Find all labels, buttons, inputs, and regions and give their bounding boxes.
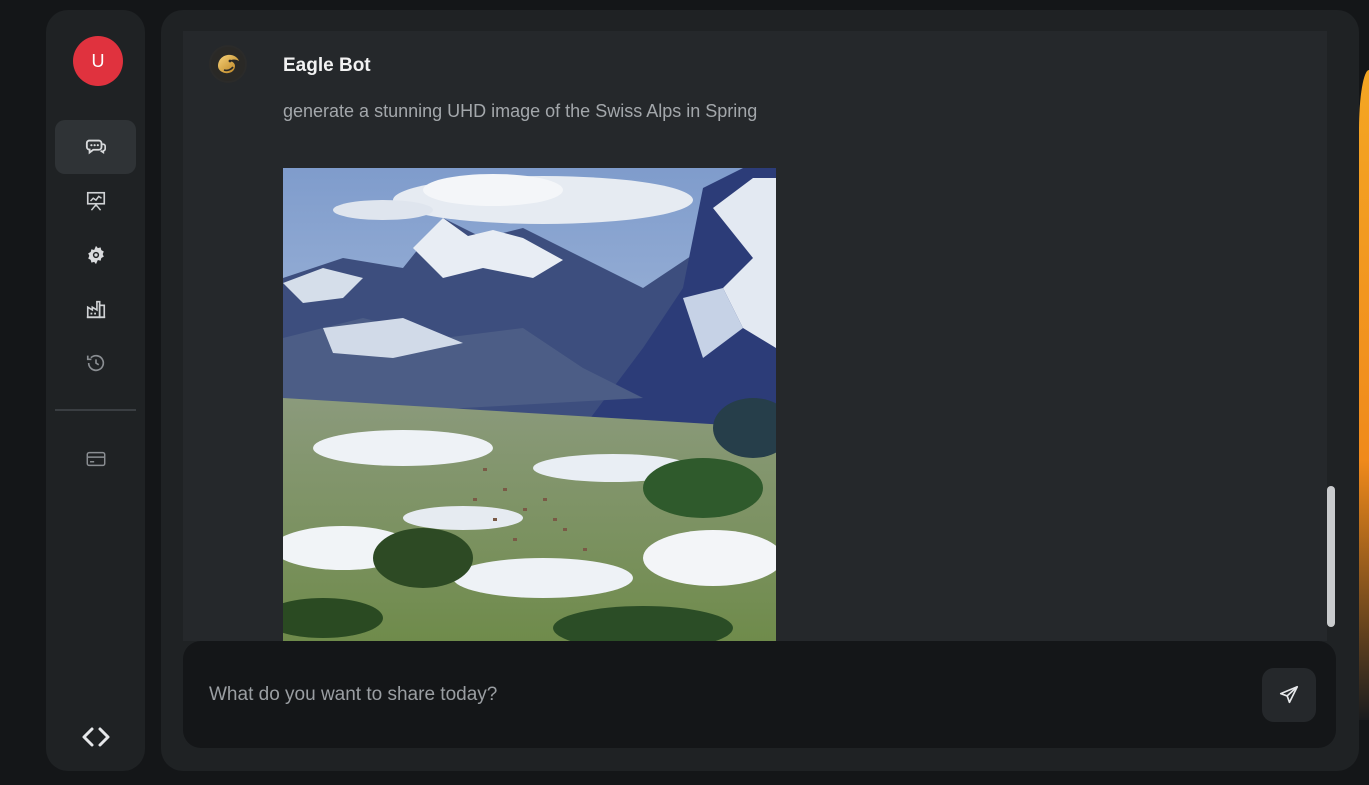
credit-card-icon [86, 451, 105, 467]
app: U Eagle Bot generate a stunning UHD imag… [0, 0, 1369, 785]
eagle-logo-icon [211, 47, 245, 81]
avatar-initial: U [91, 50, 105, 71]
sidebar-item-settings[interactable] [55, 228, 136, 282]
generated-image[interactable] [283, 168, 776, 641]
main-panel: Eagle Bot generate a stunning UHD image … [161, 10, 1359, 771]
sidebar-item-billing[interactable] [55, 432, 136, 486]
bot-message: generate a stunning UHD image of the Swi… [283, 101, 758, 121]
chat-bubbles-icon [85, 139, 106, 155]
edge-accent [1359, 70, 1369, 720]
presentation-chart-icon [86, 191, 105, 211]
bot-name: Eagle Bot [283, 55, 371, 76]
send-button[interactable] [1262, 668, 1316, 722]
avatar[interactable]: U [73, 36, 123, 86]
history-icon [86, 354, 104, 372]
bot-logo [209, 45, 247, 83]
code-brackets-icon [82, 727, 110, 747]
gear-icon [87, 245, 104, 265]
sidebar-item-chat[interactable] [55, 120, 136, 174]
send-icon [1279, 685, 1299, 704]
sidebar-item-history[interactable] [55, 336, 136, 390]
sidebar-item-presentation[interactable] [55, 174, 136, 228]
swiss-alps-image [283, 168, 776, 641]
sidebar-divider [55, 409, 136, 411]
sidebar: U [46, 10, 145, 771]
message-input[interactable] [209, 677, 1229, 713]
factory-icon [86, 300, 105, 319]
sidebar-toggle-button[interactable] [76, 722, 116, 752]
chat-area[interactable]: Eagle Bot generate a stunning UHD image … [183, 31, 1327, 641]
chat-scrollbar[interactable] [1327, 486, 1335, 627]
composer [183, 641, 1336, 748]
sidebar-item-factory[interactable] [55, 282, 136, 336]
